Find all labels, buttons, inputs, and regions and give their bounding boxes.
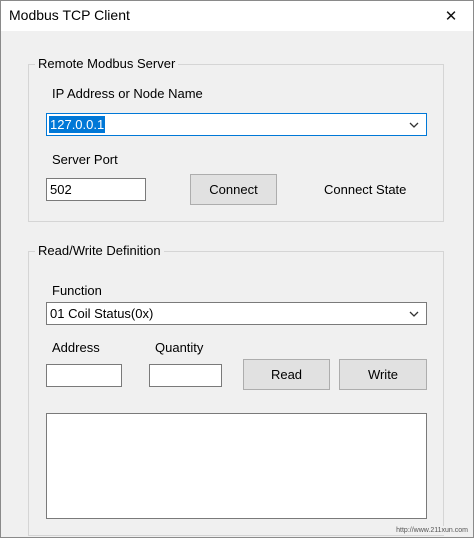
ip-address-label: IP Address or Node Name	[52, 86, 203, 101]
address-label: Address	[52, 340, 100, 355]
address-input[interactable]	[46, 364, 122, 387]
close-button[interactable]: ✕	[429, 1, 473, 31]
quantity-label: Quantity	[155, 340, 204, 355]
function-combo[interactable]: 01 Coil Status(0x)	[46, 302, 427, 325]
output-textarea[interactable]	[46, 413, 427, 519]
modbus-client-window: Modbus TCP Client ✕ Remote Modbus Server…	[0, 0, 474, 538]
quantity-input[interactable]	[149, 364, 222, 387]
connect-state-label: Connect State	[324, 182, 407, 197]
remote-server-legend: Remote Modbus Server	[35, 56, 179, 71]
connect-button[interactable]: Connect	[190, 174, 277, 205]
server-port-input[interactable]: 502	[46, 178, 146, 201]
chevron-down-icon[interactable]	[408, 118, 420, 132]
close-icon: ✕	[444, 8, 458, 25]
window-title: Modbus TCP Client	[9, 7, 130, 23]
function-label: Function	[52, 283, 102, 298]
watermark-text: http://www.211xun.com	[393, 526, 471, 535]
chevron-down-icon[interactable]	[408, 307, 420, 321]
read-button[interactable]: Read	[243, 359, 330, 390]
ip-address-value: 127.0.0.1	[49, 116, 106, 133]
server-port-label: Server Port	[52, 152, 118, 167]
ip-address-combo[interactable]: 127.0.0.1	[46, 113, 427, 136]
title-bar[interactable]: Modbus TCP Client ✕	[1, 1, 473, 31]
function-value: 01 Coil Status(0x)	[50, 306, 154, 321]
read-write-legend: Read/Write Definition	[35, 243, 164, 258]
write-button[interactable]: Write	[339, 359, 427, 390]
